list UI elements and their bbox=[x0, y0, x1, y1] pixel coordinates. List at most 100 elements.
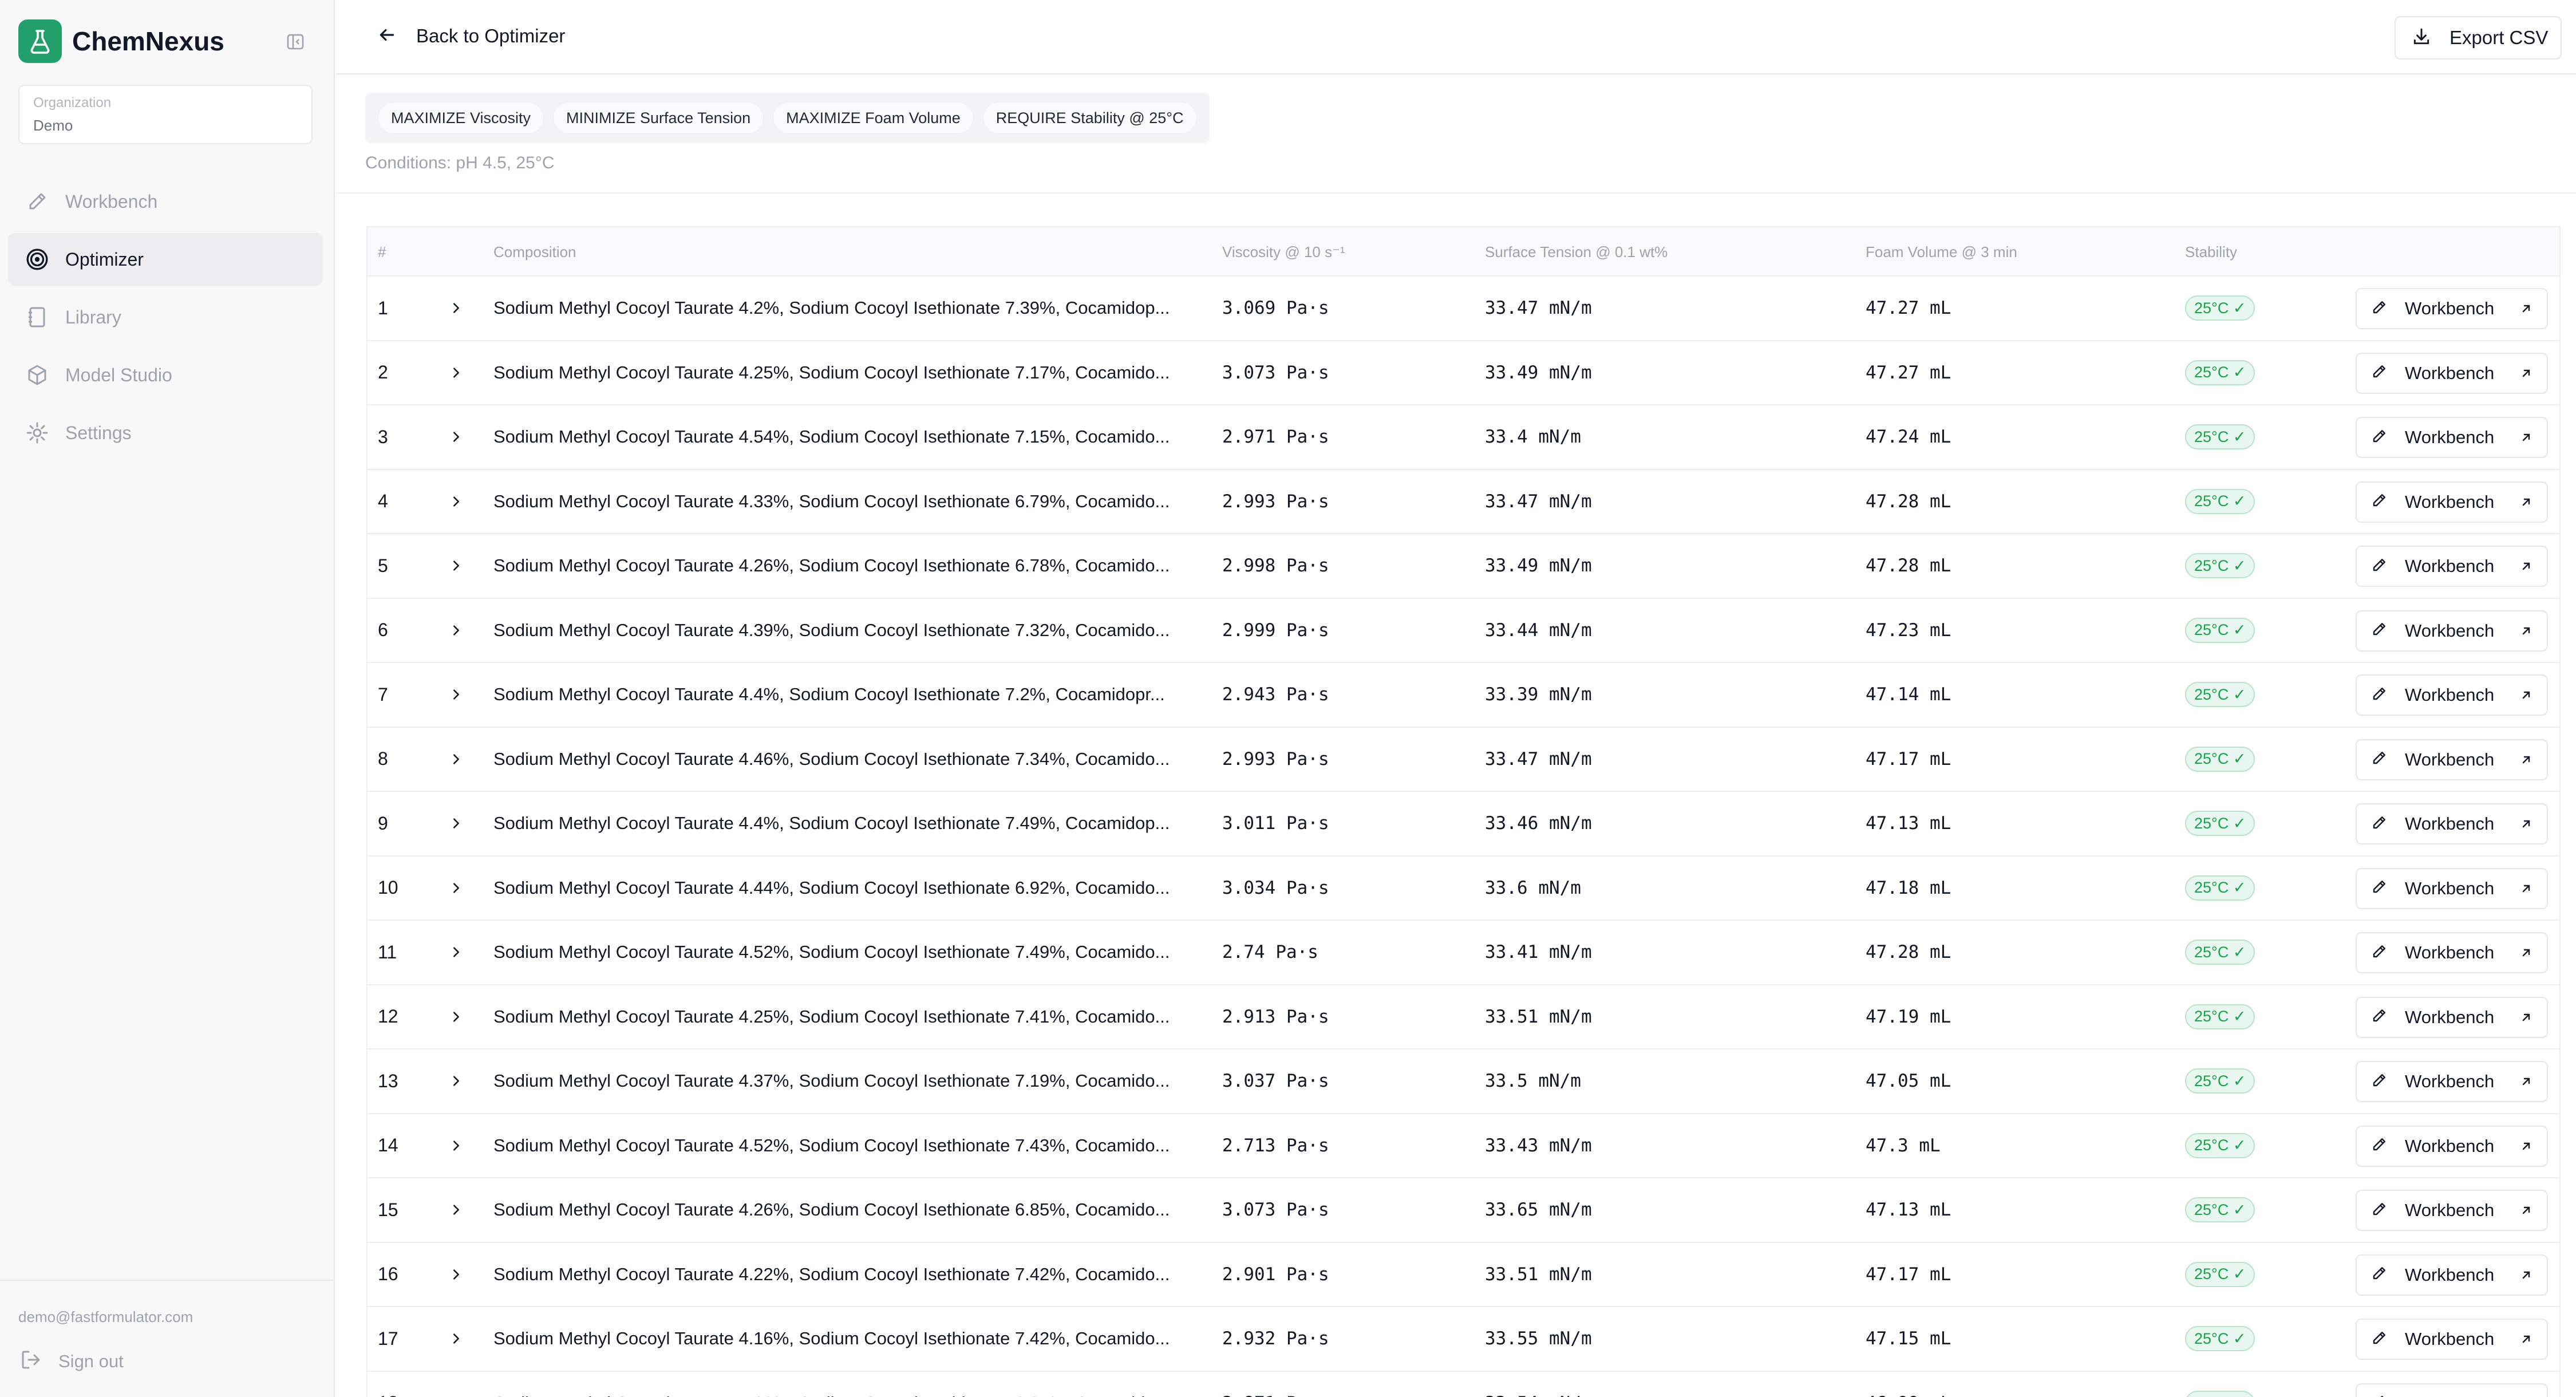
workbench-label: Workbench bbox=[2405, 1200, 2495, 1220]
open-in-workbench-button[interactable]: Workbench bbox=[2356, 867, 2548, 909]
row-number: 4 bbox=[378, 491, 388, 511]
foam-volume-cell: 47.23 mL bbox=[1866, 619, 1951, 641]
chevron-right-icon[interactable] bbox=[448, 1307, 465, 1370]
table-row[interactable]: 17 Sodium Methyl Cocoyl Taurate 4.16%, S… bbox=[368, 1307, 2559, 1372]
back-label: Back to Optimizer bbox=[416, 25, 566, 46]
col-header-composition[interactable]: Composition bbox=[493, 243, 576, 261]
open-in-workbench-button[interactable]: Workbench bbox=[2356, 739, 2548, 780]
stability-cell: 25°C ✓ bbox=[2185, 1372, 2255, 1397]
export-csv-button[interactable]: Export CSV bbox=[2395, 16, 2562, 60]
table-row[interactable]: 7 Sodium Methyl Cocoyl Taurate 4.4%, Sod… bbox=[368, 663, 2559, 728]
table-row[interactable]: 6 Sodium Methyl Cocoyl Taurate 4.39%, So… bbox=[368, 599, 2559, 663]
open-in-workbench-button[interactable]: Workbench bbox=[2356, 996, 2548, 1038]
pencil-icon bbox=[2370, 299, 2388, 319]
table-row[interactable]: 4 Sodium Methyl Cocoyl Taurate 4.33%, So… bbox=[368, 470, 2559, 534]
open-in-workbench-button[interactable]: Workbench bbox=[2356, 803, 2548, 844]
composition-cell: Sodium Methyl Cocoyl Taurate 4.4%, Sodiu… bbox=[493, 792, 1206, 855]
chevron-right-icon[interactable] bbox=[448, 728, 465, 791]
stability-cell: 25°C ✓ bbox=[2185, 985, 2255, 1048]
composition-cell: Sodium Methyl Cocoyl Taurate 4.44%, Sodi… bbox=[493, 857, 1206, 920]
table-row[interactable]: 5 Sodium Methyl Cocoyl Taurate 4.26%, So… bbox=[368, 534, 2559, 599]
table-row[interactable]: 9 Sodium Methyl Cocoyl Taurate 4.4%, Sod… bbox=[368, 792, 2559, 857]
chevron-right-icon[interactable] bbox=[448, 792, 465, 855]
workbench-label: Workbench bbox=[2405, 1135, 2495, 1156]
chevron-right-icon[interactable] bbox=[448, 985, 465, 1048]
open-in-workbench-button[interactable]: Workbench bbox=[2356, 481, 2548, 523]
table-row[interactable]: 10 Sodium Methyl Cocoyl Taurate 4.44%, S… bbox=[368, 857, 2559, 921]
external-arrow-icon bbox=[2520, 368, 2532, 382]
organization-selector[interactable]: Organization Demo bbox=[18, 85, 313, 144]
chevron-right-icon[interactable] bbox=[448, 599, 465, 662]
sidebar-item-workbench[interactable]: Workbench bbox=[8, 175, 323, 228]
open-in-workbench-button[interactable]: Workbench bbox=[2356, 288, 2548, 329]
row-number: 16 bbox=[378, 1264, 398, 1284]
composition-cell: Sodium Methyl Cocoyl Taurate 4.37%, Sodi… bbox=[493, 1049, 1206, 1112]
back-to-optimizer-link[interactable]: Back to Optimizer bbox=[377, 23, 565, 49]
row-number: 11 bbox=[378, 941, 397, 962]
collapse-sidebar-icon[interactable] bbox=[284, 30, 307, 53]
composition-text: Sodium Methyl Cocoyl Taurate 4.37%, Sodi… bbox=[493, 1071, 1170, 1091]
open-in-workbench-button[interactable]: Workbench bbox=[2356, 352, 2548, 394]
col-header-foam-volume[interactable]: Foam Volume @ 3 min bbox=[1866, 243, 2017, 261]
chevron-right-icon[interactable] bbox=[448, 341, 465, 404]
open-in-workbench-button[interactable]: Workbench bbox=[2356, 1061, 2548, 1102]
workbench-label: Workbench bbox=[2405, 749, 2495, 769]
table-row[interactable]: 1 Sodium Methyl Cocoyl Taurate 4.2%, Sod… bbox=[368, 277, 2559, 341]
open-in-workbench-button[interactable]: Workbench bbox=[2356, 674, 2548, 716]
composition-text: Sodium Methyl Cocoyl Taurate 4.26%, Sodi… bbox=[493, 1199, 1170, 1220]
chevron-right-icon[interactable] bbox=[448, 1372, 465, 1397]
open-in-workbench-button[interactable]: Workbench bbox=[2356, 1190, 2548, 1231]
table-row[interactable]: 2 Sodium Methyl Cocoyl Taurate 4.25%, So… bbox=[368, 341, 2559, 405]
open-in-workbench-button[interactable]: Workbench bbox=[2356, 546, 2548, 587]
open-in-workbench-button[interactable]: Workbench bbox=[2356, 932, 2548, 973]
sidebar-item-label: Settings bbox=[65, 422, 132, 443]
surface-tension-cell: 33.6 mN/m bbox=[1485, 877, 1581, 898]
row-number: 8 bbox=[378, 748, 388, 769]
sidebar-item-library[interactable]: Library bbox=[8, 291, 323, 344]
sidebar-item-optimizer[interactable]: Optimizer bbox=[8, 233, 323, 286]
chevron-right-icon[interactable] bbox=[448, 534, 465, 597]
table-row[interactable]: 8 Sodium Methyl Cocoyl Taurate 4.46%, So… bbox=[368, 728, 2559, 792]
open-in-workbench-button[interactable]: Workbench bbox=[2356, 1254, 2548, 1296]
chevron-right-icon[interactable] bbox=[448, 1049, 465, 1112]
chevron-right-icon[interactable] bbox=[448, 857, 465, 920]
col-header-stability[interactable]: Stability bbox=[2185, 243, 2237, 261]
brand[interactable]: ChemNexus bbox=[18, 19, 224, 63]
chevron-right-icon[interactable] bbox=[448, 1114, 465, 1177]
workbench-label: Workbench bbox=[2405, 491, 2495, 512]
sidebar-item-model-studio[interactable]: Model Studio bbox=[8, 349, 323, 401]
table-row[interactable]: 15 Sodium Methyl Cocoyl Taurate 4.26%, S… bbox=[368, 1178, 2559, 1243]
col-header-viscosity[interactable]: Viscosity @ 10 s⁻¹ bbox=[1222, 243, 1345, 261]
table-row[interactable]: 16 Sodium Methyl Cocoyl Taurate 4.22%, S… bbox=[368, 1243, 2559, 1307]
chevron-right-icon[interactable] bbox=[448, 921, 465, 984]
chevron-right-icon[interactable] bbox=[448, 405, 465, 468]
table-row[interactable]: 13 Sodium Methyl Cocoyl Taurate 4.37%, S… bbox=[368, 1049, 2559, 1114]
sign-out-button[interactable]: Sign out bbox=[19, 1348, 124, 1374]
col-header-surface-tension[interactable]: Surface Tension @ 0.1 wt% bbox=[1485, 243, 1668, 261]
chevron-right-icon[interactable] bbox=[448, 663, 465, 726]
open-in-workbench-button[interactable]: Workbench bbox=[2356, 610, 2548, 652]
open-in-workbench-button[interactable]: Workbench bbox=[2356, 1383, 2548, 1397]
topbar: Back to Optimizer Export CSV bbox=[336, 0, 2576, 74]
open-in-workbench-button[interactable]: Workbench bbox=[2356, 417, 2548, 458]
sidebar-item-settings[interactable]: Settings bbox=[8, 407, 323, 459]
table-row[interactable]: 14 Sodium Methyl Cocoyl Taurate 4.52%, S… bbox=[368, 1114, 2559, 1178]
composition-text: Sodium Methyl Cocoyl Taurate 4.16%, Sodi… bbox=[493, 1328, 1170, 1348]
chevron-right-icon[interactable] bbox=[448, 470, 465, 533]
row-number: 18 bbox=[378, 1372, 398, 1397]
table-row[interactable]: 18 Sodium Methyl Cocoyl Taurate 4.69%, S… bbox=[368, 1372, 2559, 1397]
external-arrow-icon bbox=[2520, 432, 2532, 446]
chevron-right-icon[interactable] bbox=[448, 1243, 465, 1306]
table-row[interactable]: 12 Sodium Methyl Cocoyl Taurate 4.25%, S… bbox=[368, 985, 2559, 1049]
foam-volume-cell: 46.99 mL bbox=[1866, 1372, 1951, 1397]
open-in-workbench-button[interactable]: Workbench bbox=[2356, 1125, 2548, 1167]
table-row[interactable]: 11 Sodium Methyl Cocoyl Taurate 4.52%, S… bbox=[368, 921, 2559, 985]
row-number: 17 bbox=[378, 1328, 398, 1349]
viscosity-cell: 2.943 Pa·s bbox=[1222, 684, 1329, 705]
composition-text: Sodium Methyl Cocoyl Taurate 4.26%, Sodi… bbox=[493, 555, 1170, 575]
col-header-num: # bbox=[378, 243, 386, 261]
chevron-right-icon[interactable] bbox=[448, 277, 465, 340]
table-row[interactable]: 3 Sodium Methyl Cocoyl Taurate 4.54%, So… bbox=[368, 405, 2559, 470]
open-in-workbench-button[interactable]: Workbench bbox=[2356, 1319, 2548, 1360]
chevron-right-icon[interactable] bbox=[448, 1178, 465, 1241]
